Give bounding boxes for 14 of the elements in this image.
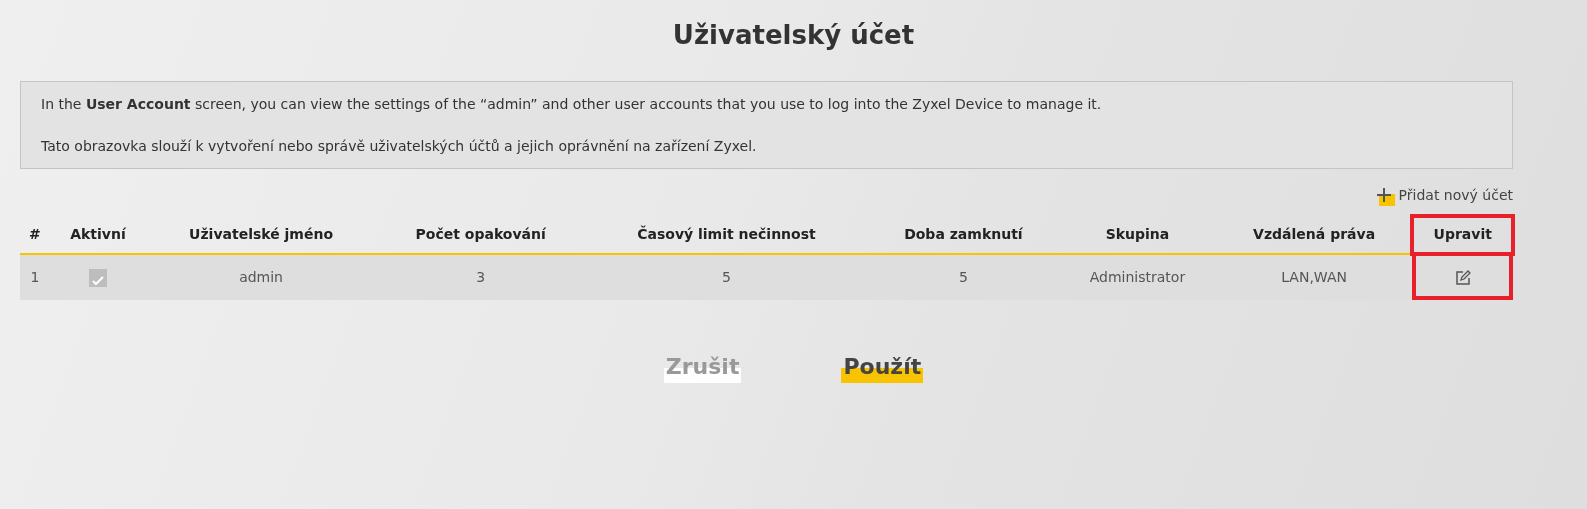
edit-icon[interactable] xyxy=(1454,270,1471,287)
table-cell: LAN,WAN xyxy=(1215,254,1413,301)
page-title: Uživatelský účet xyxy=(671,19,916,52)
table-cell: Administrator xyxy=(1059,254,1216,301)
info-text: In the User Account screen, you can view the settings of the “admin” and other user accounts that you use to log into the Zyxel Device to manage it. xyxy=(41,95,1103,115)
info-text: Tato obrazovka slouží k vytvoření nebo správě uživatelských účtů a jejich oprávnění na zařízení Zyxel. xyxy=(41,137,758,157)
column-header: Upravit xyxy=(1412,216,1513,255)
table-cell: 5 xyxy=(585,254,868,301)
table-cell: 5 xyxy=(867,254,1060,301)
table-cell: admin xyxy=(146,254,377,301)
table-cell: 3 xyxy=(376,254,586,301)
table-cell: 1 xyxy=(20,254,50,301)
plus-icon xyxy=(1374,185,1395,206)
add-account-link[interactable]: Přidat nový účet xyxy=(1374,185,1513,207)
